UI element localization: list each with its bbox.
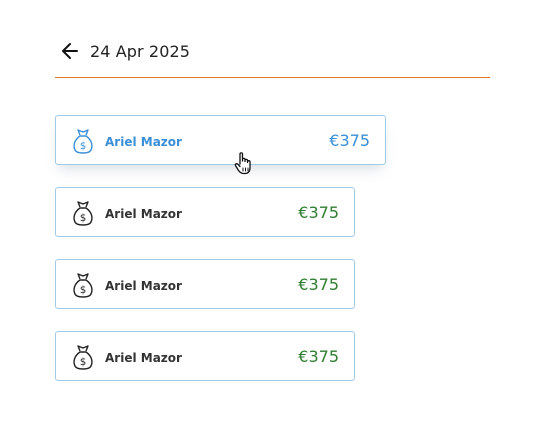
svg-text:$: $	[80, 285, 86, 296]
item-amount: €375	[329, 131, 370, 150]
svg-text:$: $	[80, 141, 86, 152]
list-item[interactable]: $ Ariel Mazor €375	[55, 331, 355, 381]
money-bag-icon: $	[73, 345, 93, 370]
item-amount: €375	[298, 347, 339, 366]
list-item[interactable]: $ Ariel Mazor €375	[55, 259, 355, 309]
page-header: 24 Apr 2025	[55, 36, 490, 78]
item-name: Ariel Mazor	[105, 351, 182, 365]
svg-text:$: $	[80, 357, 86, 368]
list-item[interactable]: $ Ariel Mazor €375	[55, 187, 355, 237]
item-name: Ariel Mazor	[105, 279, 182, 293]
item-name: Ariel Mazor	[105, 135, 182, 149]
money-bag-icon: $	[73, 201, 93, 226]
svg-text:$: $	[80, 213, 86, 224]
money-bag-icon: $	[73, 273, 93, 298]
item-amount: €375	[298, 275, 339, 294]
arrow-left-icon	[62, 43, 78, 59]
page-title-date: 24 Apr 2025	[90, 42, 191, 61]
item-amount: €375	[298, 203, 339, 222]
item-name: Ariel Mazor	[105, 207, 182, 221]
money-bag-icon: $	[73, 129, 93, 154]
back-button[interactable]	[59, 40, 81, 62]
list-item[interactable]: $ Ariel Mazor €375	[55, 115, 386, 165]
